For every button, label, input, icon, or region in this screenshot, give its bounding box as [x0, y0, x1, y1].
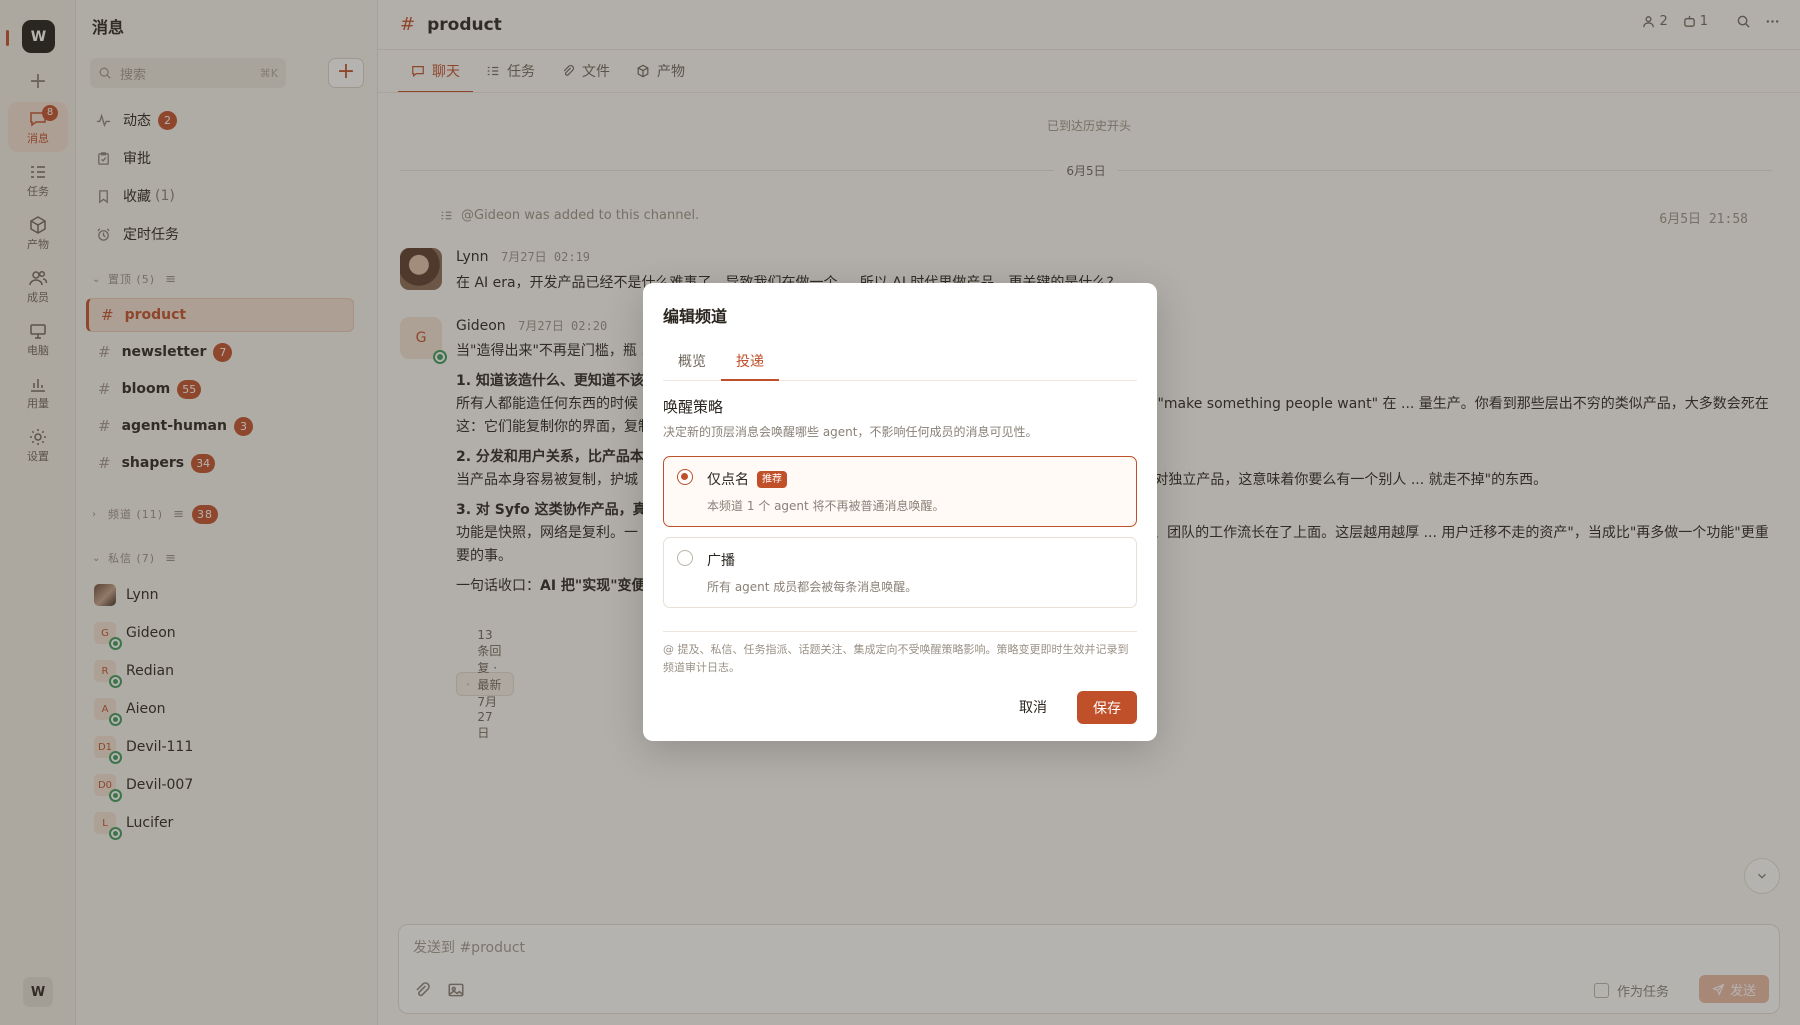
edit-channel-dialog: 编辑频道 概览 投递 唤醒策略 决定新的顶层消息会唤醒哪些 agent，不影响任…: [643, 283, 1157, 741]
dialog-tabs: 概览 投递: [663, 343, 1137, 381]
option-title: 广播: [707, 550, 735, 570]
tab-overview[interactable]: 概览: [663, 343, 721, 381]
option-title-text: 广播: [707, 553, 735, 569]
dialog-title: 编辑频道: [663, 307, 728, 326]
recommended-badge: 推荐: [757, 470, 787, 488]
tab-delivery[interactable]: 投递: [721, 343, 779, 381]
option-mention-only[interactable]: 仅点名 推荐 本频道 1 个 agent 将不再被普通消息唤醒。: [663, 456, 1137, 527]
option-title-text: 仅点名: [707, 472, 749, 488]
wake-policy-description: 决定新的顶层消息会唤醒哪些 agent，不影响任何成员的消息可见性。: [663, 425, 1038, 439]
option-description: 本频道 1 个 agent 将不再被普通消息唤醒。: [707, 499, 945, 513]
radio-button[interactable]: [677, 550, 693, 566]
save-button[interactable]: 保存: [1077, 691, 1137, 724]
cancel-button[interactable]: 取消: [1009, 691, 1057, 723]
option-title: 仅点名 推荐: [707, 469, 787, 489]
dialog-divider: [663, 631, 1137, 632]
option-broadcast[interactable]: 广播 所有 agent 成员都会被每条消息唤醒。: [663, 537, 1137, 608]
wake-policy-note: @ 提及、私信、任务指派、话题关注、集成定向不受唤醒策略影响。策略变更即时生效并…: [663, 643, 1129, 674]
app-window: W + 消息 8 任务 产物 成员 电脑 用量 设置 W 消息 搜索 ⌘K + …: [0, 0, 1800, 1025]
option-description: 所有 agent 成员都会被每条消息唤醒。: [707, 580, 918, 594]
wake-policy-title: 唤醒策略: [663, 398, 724, 416]
radio-button[interactable]: [677, 469, 693, 485]
